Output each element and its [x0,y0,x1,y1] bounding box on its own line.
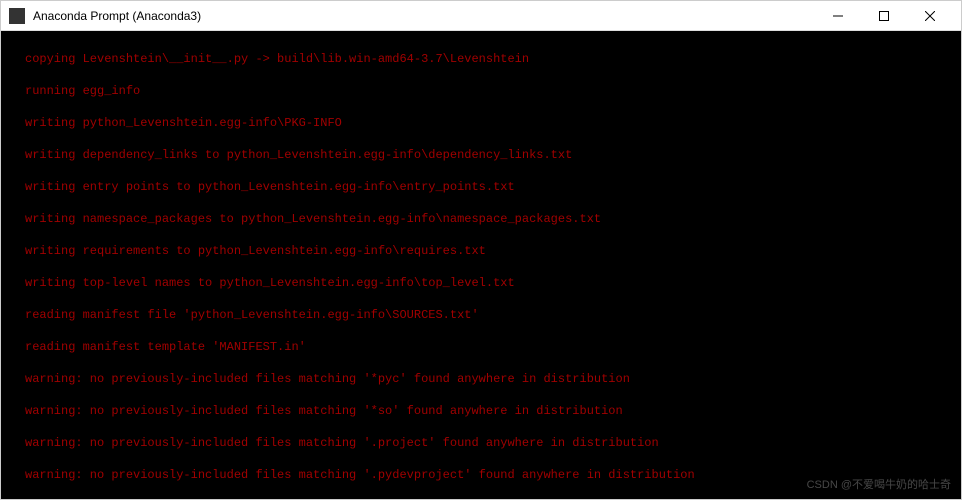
minimize-button[interactable] [815,1,861,31]
output-line: warning: no previously-included files ma… [9,371,961,387]
output-line: writing entry points to python_Levenshte… [9,179,961,195]
output-line: writing namespace_packages to python_Lev… [9,211,961,227]
output-line: warning: no previously-included files ma… [9,403,961,419]
close-icon [925,11,935,21]
window-title: Anaconda Prompt (Anaconda3) [33,9,815,23]
output-line: writing dependency_links to python_Leven… [9,147,961,163]
terminal-output[interactable]: copying Levenshtein\__init__.py -> build… [1,31,961,499]
window-controls [815,1,953,31]
output-line: reading manifest template 'MANIFEST.in' [9,339,961,355]
titlebar[interactable]: Anaconda Prompt (Anaconda3) [1,1,961,31]
close-button[interactable] [907,1,953,31]
output-line: warning: no previously-included files ma… [9,435,961,451]
window: Anaconda Prompt (Anaconda3) copying Leve… [0,0,962,500]
output-line: running egg_info [9,83,961,99]
output-line: writing requirements to python_Levenshte… [9,243,961,259]
output-line: copying Levenshtein\__init__.py -> build… [9,51,961,67]
watermark: CSDN @不爱喝牛奶的哈士奇 [807,477,951,493]
output-line: writing python_Levenshtein.egg-info\PKG-… [9,115,961,131]
output-line: writing top-level names to python_Levens… [9,275,961,291]
maximize-button[interactable] [861,1,907,31]
maximize-icon [879,11,889,21]
prompt-icon [9,8,25,24]
minimize-icon [833,11,843,21]
output-line: reading manifest file 'python_Levenshtei… [9,307,961,323]
